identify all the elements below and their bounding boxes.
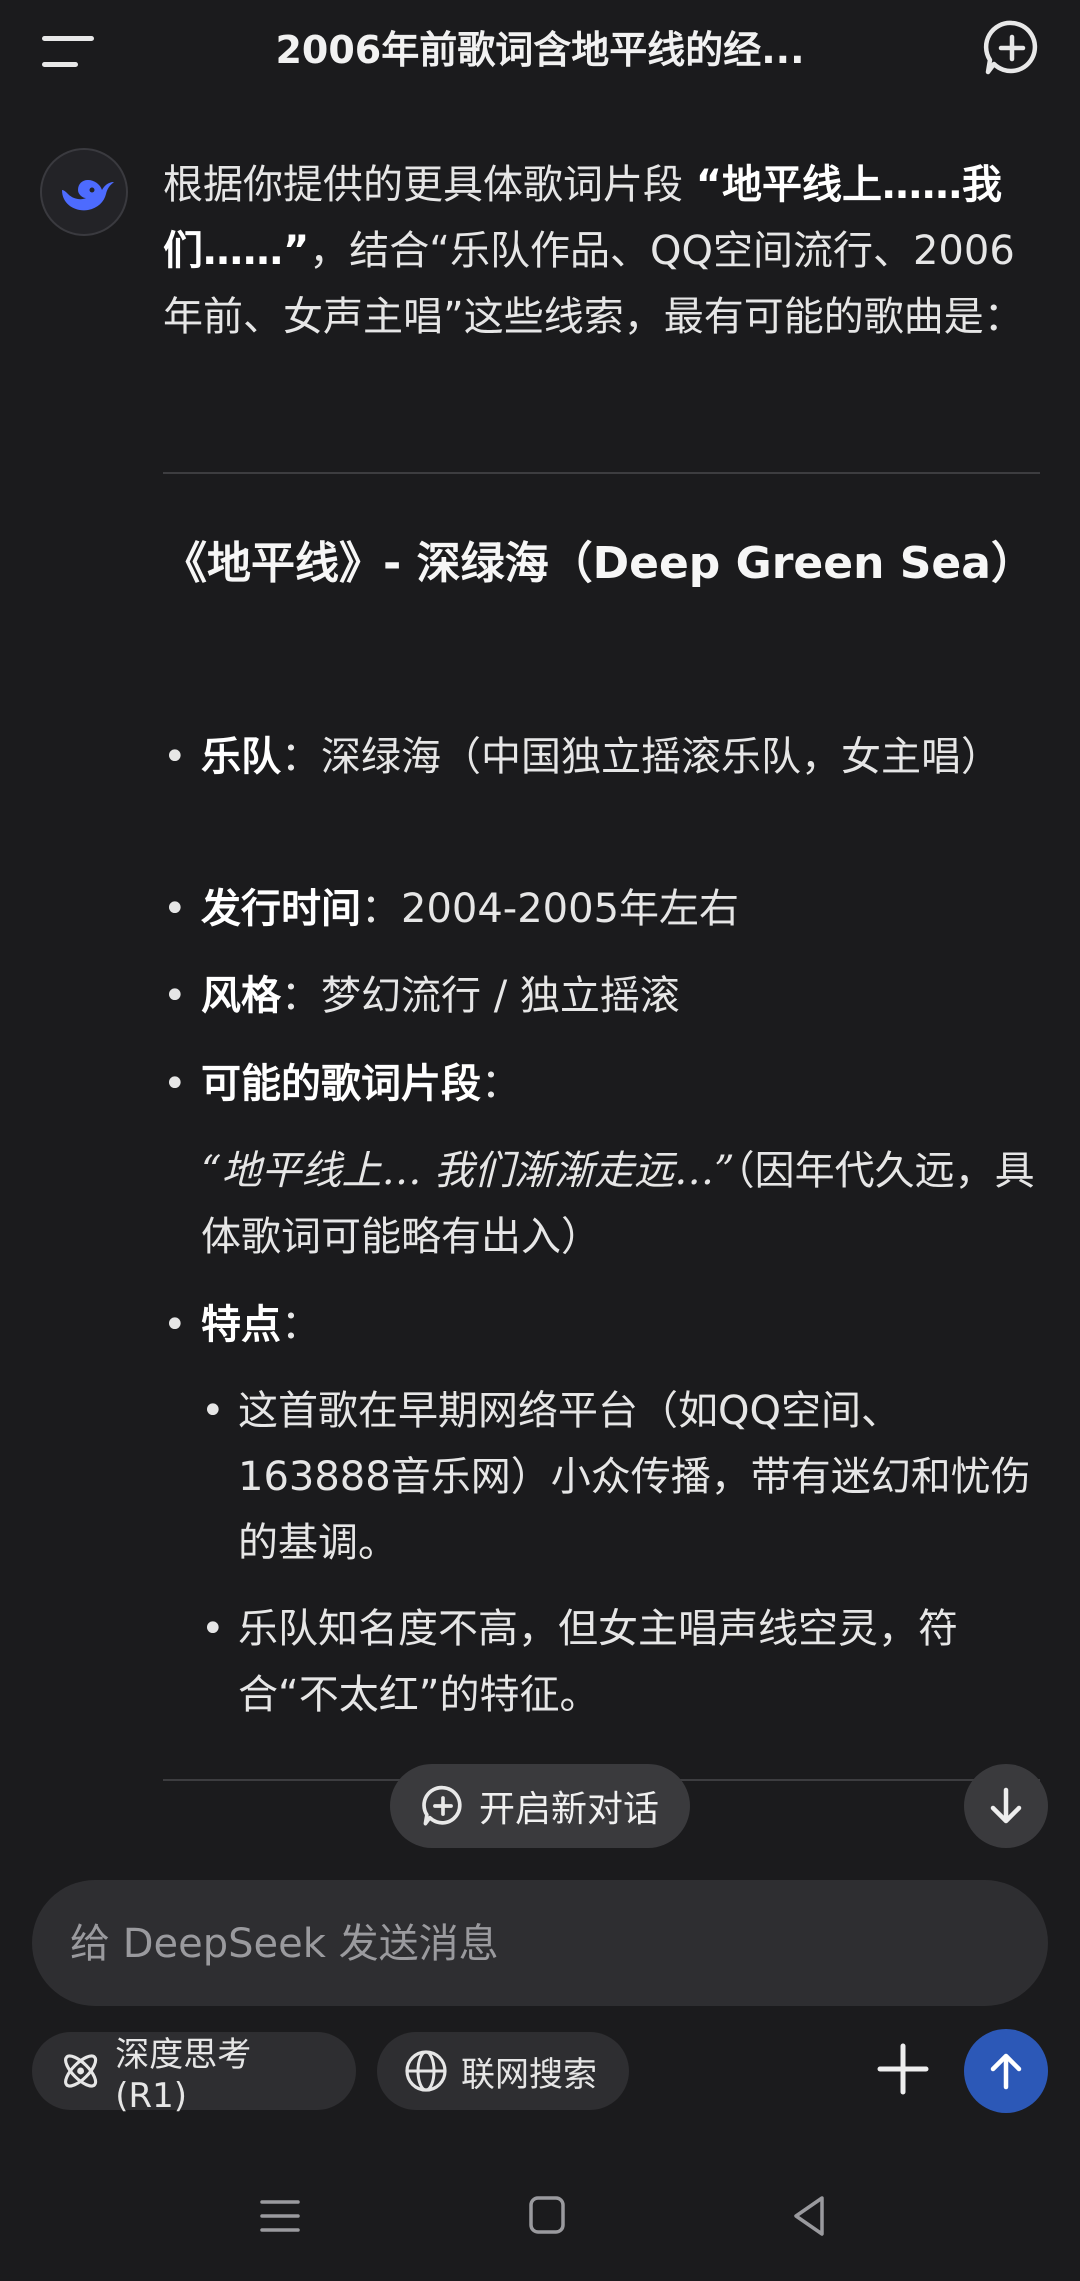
new-chat-icon[interactable]	[982, 18, 1042, 78]
whale-logo-icon	[62, 180, 114, 211]
message-input[interactable]	[68, 1880, 1012, 2008]
divider-top	[163, 472, 1040, 474]
web-search-toggle[interactable]: 联网搜索	[377, 2032, 629, 2110]
list-item-style: • 风格：梦幻流行 / 独立摇滚	[163, 973, 680, 1019]
list-item-lyrics: • 可能的歌词片段：	[163, 1061, 521, 1107]
deep-think-label: 深度思考 (R1)	[115, 2034, 252, 2116]
feature-item: • 乐队知名度不高，但女主唱声线空灵，符合“不太红”的特征。	[201, 1606, 958, 1718]
conversation-title: 2006年前歌词含地平线的经...	[275, 28, 805, 72]
send-button[interactable]	[964, 2029, 1048, 2113]
atom-icon	[64, 2054, 98, 2088]
back-nav-icon[interactable]	[782, 2190, 842, 2242]
list-item-band: • 乐队：深绿海（中国独立摇滚乐队，女主唱）	[163, 734, 1001, 780]
arrow-down-icon	[990, 1787, 1022, 1824]
song-title: 《地平线》- 深绿海（Deep Green Sea）	[163, 538, 1035, 589]
message-input-container[interactable]	[32, 1880, 1048, 2008]
deep-think-toggle[interactable]: 深度思考 (R1)	[32, 2032, 356, 2116]
message-intro: 根据你提供的更具体歌词片段 “地平线上……我们……”，结合“乐队作品、QQ空间流…	[163, 162, 1024, 340]
globe-icon	[405, 2050, 447, 2092]
list-item-release: • 发行时间：2004-2005年左右	[163, 886, 740, 932]
recent-apps-nav-icon[interactable]	[250, 2190, 310, 2242]
list-item-features: • 特点：	[163, 1302, 321, 1348]
deepseek-logo-avatar	[40, 148, 128, 236]
new-chat-button[interactable]: 开启新对话	[390, 1764, 690, 1848]
menu-icon[interactable]	[42, 32, 98, 72]
lyric-quote-block: “地平线上… 我们渐渐走远…”（因年代久远，具体歌词可能略有出入）	[201, 1148, 1035, 1260]
new-chat-label: 开启新对话	[478, 1789, 659, 1830]
scroll-down-button[interactable]	[964, 1764, 1048, 1848]
new-chat-icon	[422, 1785, 462, 1826]
arrow-up-icon	[990, 2053, 1022, 2090]
web-search-label: 联网搜索	[461, 2054, 597, 2095]
home-nav-icon[interactable]	[517, 2190, 577, 2242]
attach-plus-icon[interactable]	[868, 2034, 938, 2104]
feature-item: • 这首歌在早期网络平台（如QQ空间、163888音乐网）小众传播，带有迷幻和忧…	[201, 1388, 1031, 1566]
